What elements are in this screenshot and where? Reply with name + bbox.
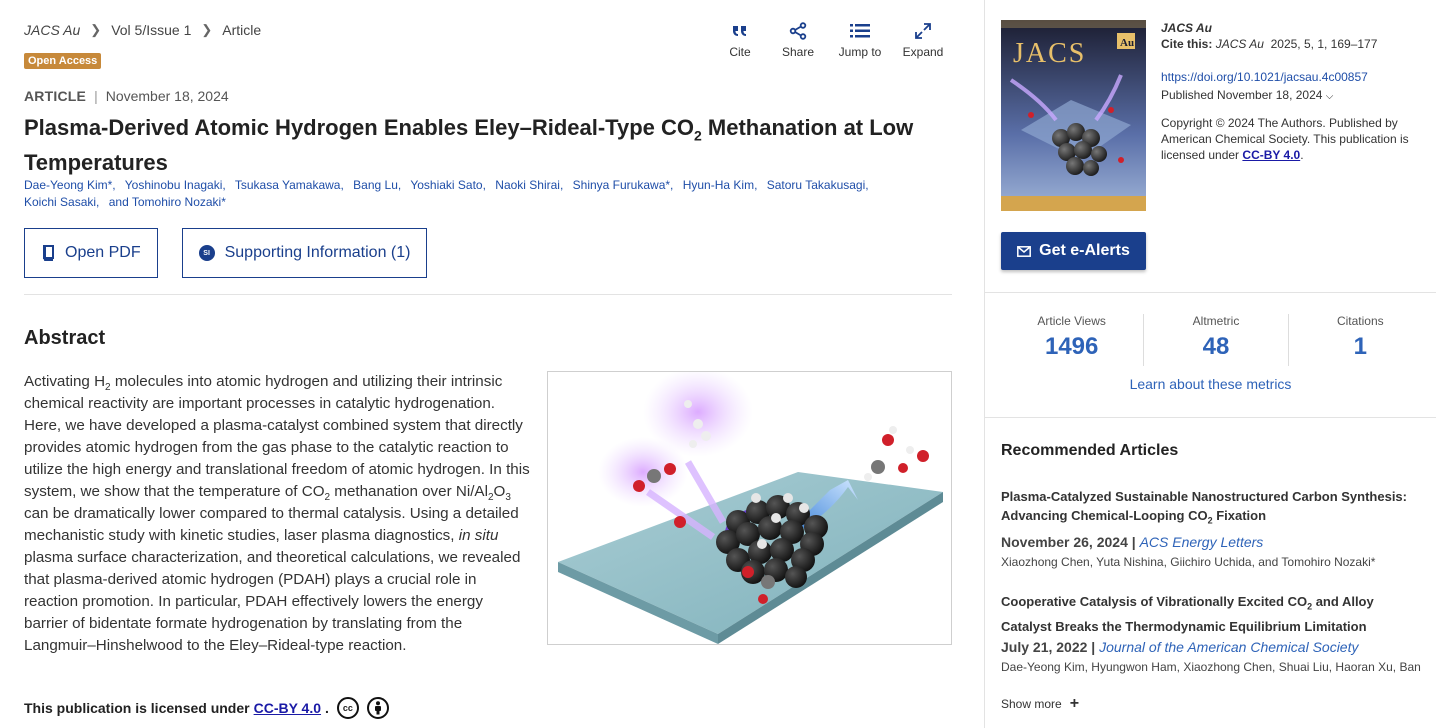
cite-button[interactable]: Cite xyxy=(712,22,768,59)
abstract-text: Activating H2 molecules into atomic hydr… xyxy=(24,373,530,654)
mail-icon xyxy=(1017,245,1032,257)
chevron-down-icon: ⌵ xyxy=(1325,91,1334,102)
plus-icon: + xyxy=(1069,695,1080,712)
toc-graphic-image xyxy=(558,372,943,644)
creative-commons-icon: cc xyxy=(336,697,359,719)
author-link[interactable]: Satoru Takakusagi, xyxy=(767,178,869,192)
author-link[interactable]: Bang Lu, xyxy=(353,178,401,192)
recommended-title[interactable]: Cooperative Catalysis of Vibrationally E… xyxy=(1001,592,1421,636)
expand-button[interactable]: Expand xyxy=(894,22,952,59)
share-button[interactable]: Share xyxy=(770,22,826,59)
author-link[interactable]: and Tomohiro Nozaki* xyxy=(109,195,226,209)
divider xyxy=(24,294,952,295)
author-link[interactable]: Koichi Sasaki, xyxy=(24,195,99,209)
breadcrumb-section: Article xyxy=(222,22,262,38)
recommended-title[interactable]: Plasma-Catalyzed Sustainable Nanostructu… xyxy=(1001,487,1421,531)
supporting-info-button[interactable]: SI Supporting Information (1) xyxy=(181,228,428,278)
license-statement: This publication is licensed under CC-BY… xyxy=(24,697,389,719)
toc-graphic[interactable] xyxy=(547,371,952,645)
article-toolbar: Cite Share Jump to Expand xyxy=(710,22,952,59)
book-icon xyxy=(41,245,55,261)
author-link[interactable]: Yoshiaki Sato, xyxy=(410,178,486,192)
recommended-heading: Recommended Articles xyxy=(1001,442,1179,459)
recommended-journal[interactable]: Journal of the American Chemical Society xyxy=(1099,639,1358,655)
show-more-button[interactable]: Show more + xyxy=(1001,695,1079,713)
journal-name: JACS Au xyxy=(1161,21,1212,35)
action-buttons: Open PDF SI Supporting Information (1) xyxy=(24,228,428,278)
quote-icon xyxy=(733,26,746,36)
author-link[interactable]: Shinya Furukawa*, xyxy=(573,178,674,192)
supporting-info-icon: SI xyxy=(198,245,215,261)
main-content: JACS Au ❯ Vol 5/Issue 1 ❯ Article Open A… xyxy=(24,0,952,728)
open-pdf-button[interactable]: Open PDF xyxy=(24,228,158,278)
svg-text:Au: Au xyxy=(1120,37,1134,49)
article-metrics: Article Views 1496 Altmetric 48 Citation… xyxy=(1000,314,1432,366)
metric-citations[interactable]: Citations 1 xyxy=(1289,314,1432,366)
jump-to-button[interactable]: Jump to xyxy=(828,22,892,59)
citation-info: JACS Au Cite this: JACS Au 2025, 5, 1, 1… xyxy=(1161,20,1421,163)
author-link[interactable]: Hyun-Ha Kim, xyxy=(683,178,758,192)
chevron-right-icon: ❯ xyxy=(201,22,213,37)
recommended-item: Plasma-Catalyzed Sustainable Nanostructu… xyxy=(1001,487,1421,569)
metric-altmetric[interactable]: Altmetric 48 xyxy=(1144,314,1289,366)
breadcrumb-journal[interactable]: JACS Au xyxy=(24,22,80,38)
license-link[interactable]: CC-BY 4.0 xyxy=(254,700,321,716)
author-link[interactable]: Tsukasa Yamakawa, xyxy=(235,178,344,192)
share-icon xyxy=(789,22,807,40)
article-date: November 18, 2024 xyxy=(105,88,229,104)
author-list: Dae-Yeong Kim*, Yoshinobu Inagaki, Tsuka… xyxy=(24,177,944,211)
journal-cover[interactable]: JACS Au xyxy=(1001,20,1146,211)
author-link[interactable]: Yoshinobu Inagaki, xyxy=(125,178,226,192)
article-type: ARTICLE xyxy=(24,88,87,104)
breadcrumb: JACS Au ❯ Vol 5/Issue 1 ❯ Article xyxy=(24,22,261,38)
author-link[interactable]: Dae-Yeong Kim*, xyxy=(24,178,116,192)
article-meta: ARTICLE | November 18, 2024 xyxy=(24,88,229,104)
open-access-badge: Open Access xyxy=(24,53,102,69)
divider xyxy=(985,292,1436,293)
recommended-date: July 21, 2022 | Journal of the American … xyxy=(1001,638,1359,655)
list-icon xyxy=(850,24,870,38)
published-date[interactable]: Published November 18, 2024 ⌵ xyxy=(1161,87,1421,105)
metric-views: Article Views 1496 xyxy=(1000,314,1145,366)
abstract-heading: Abstract xyxy=(24,327,106,349)
cover-image: JACS Au xyxy=(1001,20,1146,211)
breadcrumb-volume[interactable]: Vol 5/Issue 1 xyxy=(111,22,191,38)
chevron-right-icon: ❯ xyxy=(90,22,102,37)
learn-metrics-link[interactable]: Learn about these metrics xyxy=(985,376,1436,392)
doi-link[interactable]: https://doi.org/10.1021/jacsau.4c00857 xyxy=(1161,69,1421,85)
recommended-item: Cooperative Catalysis of Vibrationally E… xyxy=(1001,592,1421,674)
recommended-authors: Xiaozhong Chen, Yuta Nishina, Giichiro U… xyxy=(1001,554,1376,569)
author-link[interactable]: Naoki Shirai, xyxy=(495,178,563,192)
sidebar: JACS Au JACS Au Cite this: JACS Au 2025,… xyxy=(985,0,1436,728)
recommended-authors: Dae-Yeong Kim, Hyungwon Ham, Xiaozhong C… xyxy=(1001,659,1421,674)
svg-text:JACS: JACS xyxy=(1013,38,1086,69)
copyright-license-link[interactable]: CC-BY 4.0 xyxy=(1242,148,1300,162)
divider xyxy=(985,417,1436,418)
recommended-journal[interactable]: ACS Energy Letters xyxy=(1140,534,1264,550)
recommended-date: November 26, 2024 | ACS Energy Letters xyxy=(1001,533,1264,550)
attribution-icon xyxy=(366,697,389,719)
cite-line: Cite this: JACS Au 2025, 5, 1, 169–177 xyxy=(1161,37,1378,51)
article-title: Plasma-Derived Atomic Hydrogen Enables E… xyxy=(24,115,914,176)
copyright: Copyright © 2024 The Authors. Published … xyxy=(1161,116,1409,162)
expand-icon xyxy=(915,23,931,39)
get-alerts-button[interactable]: Get e-Alerts xyxy=(1001,232,1146,270)
